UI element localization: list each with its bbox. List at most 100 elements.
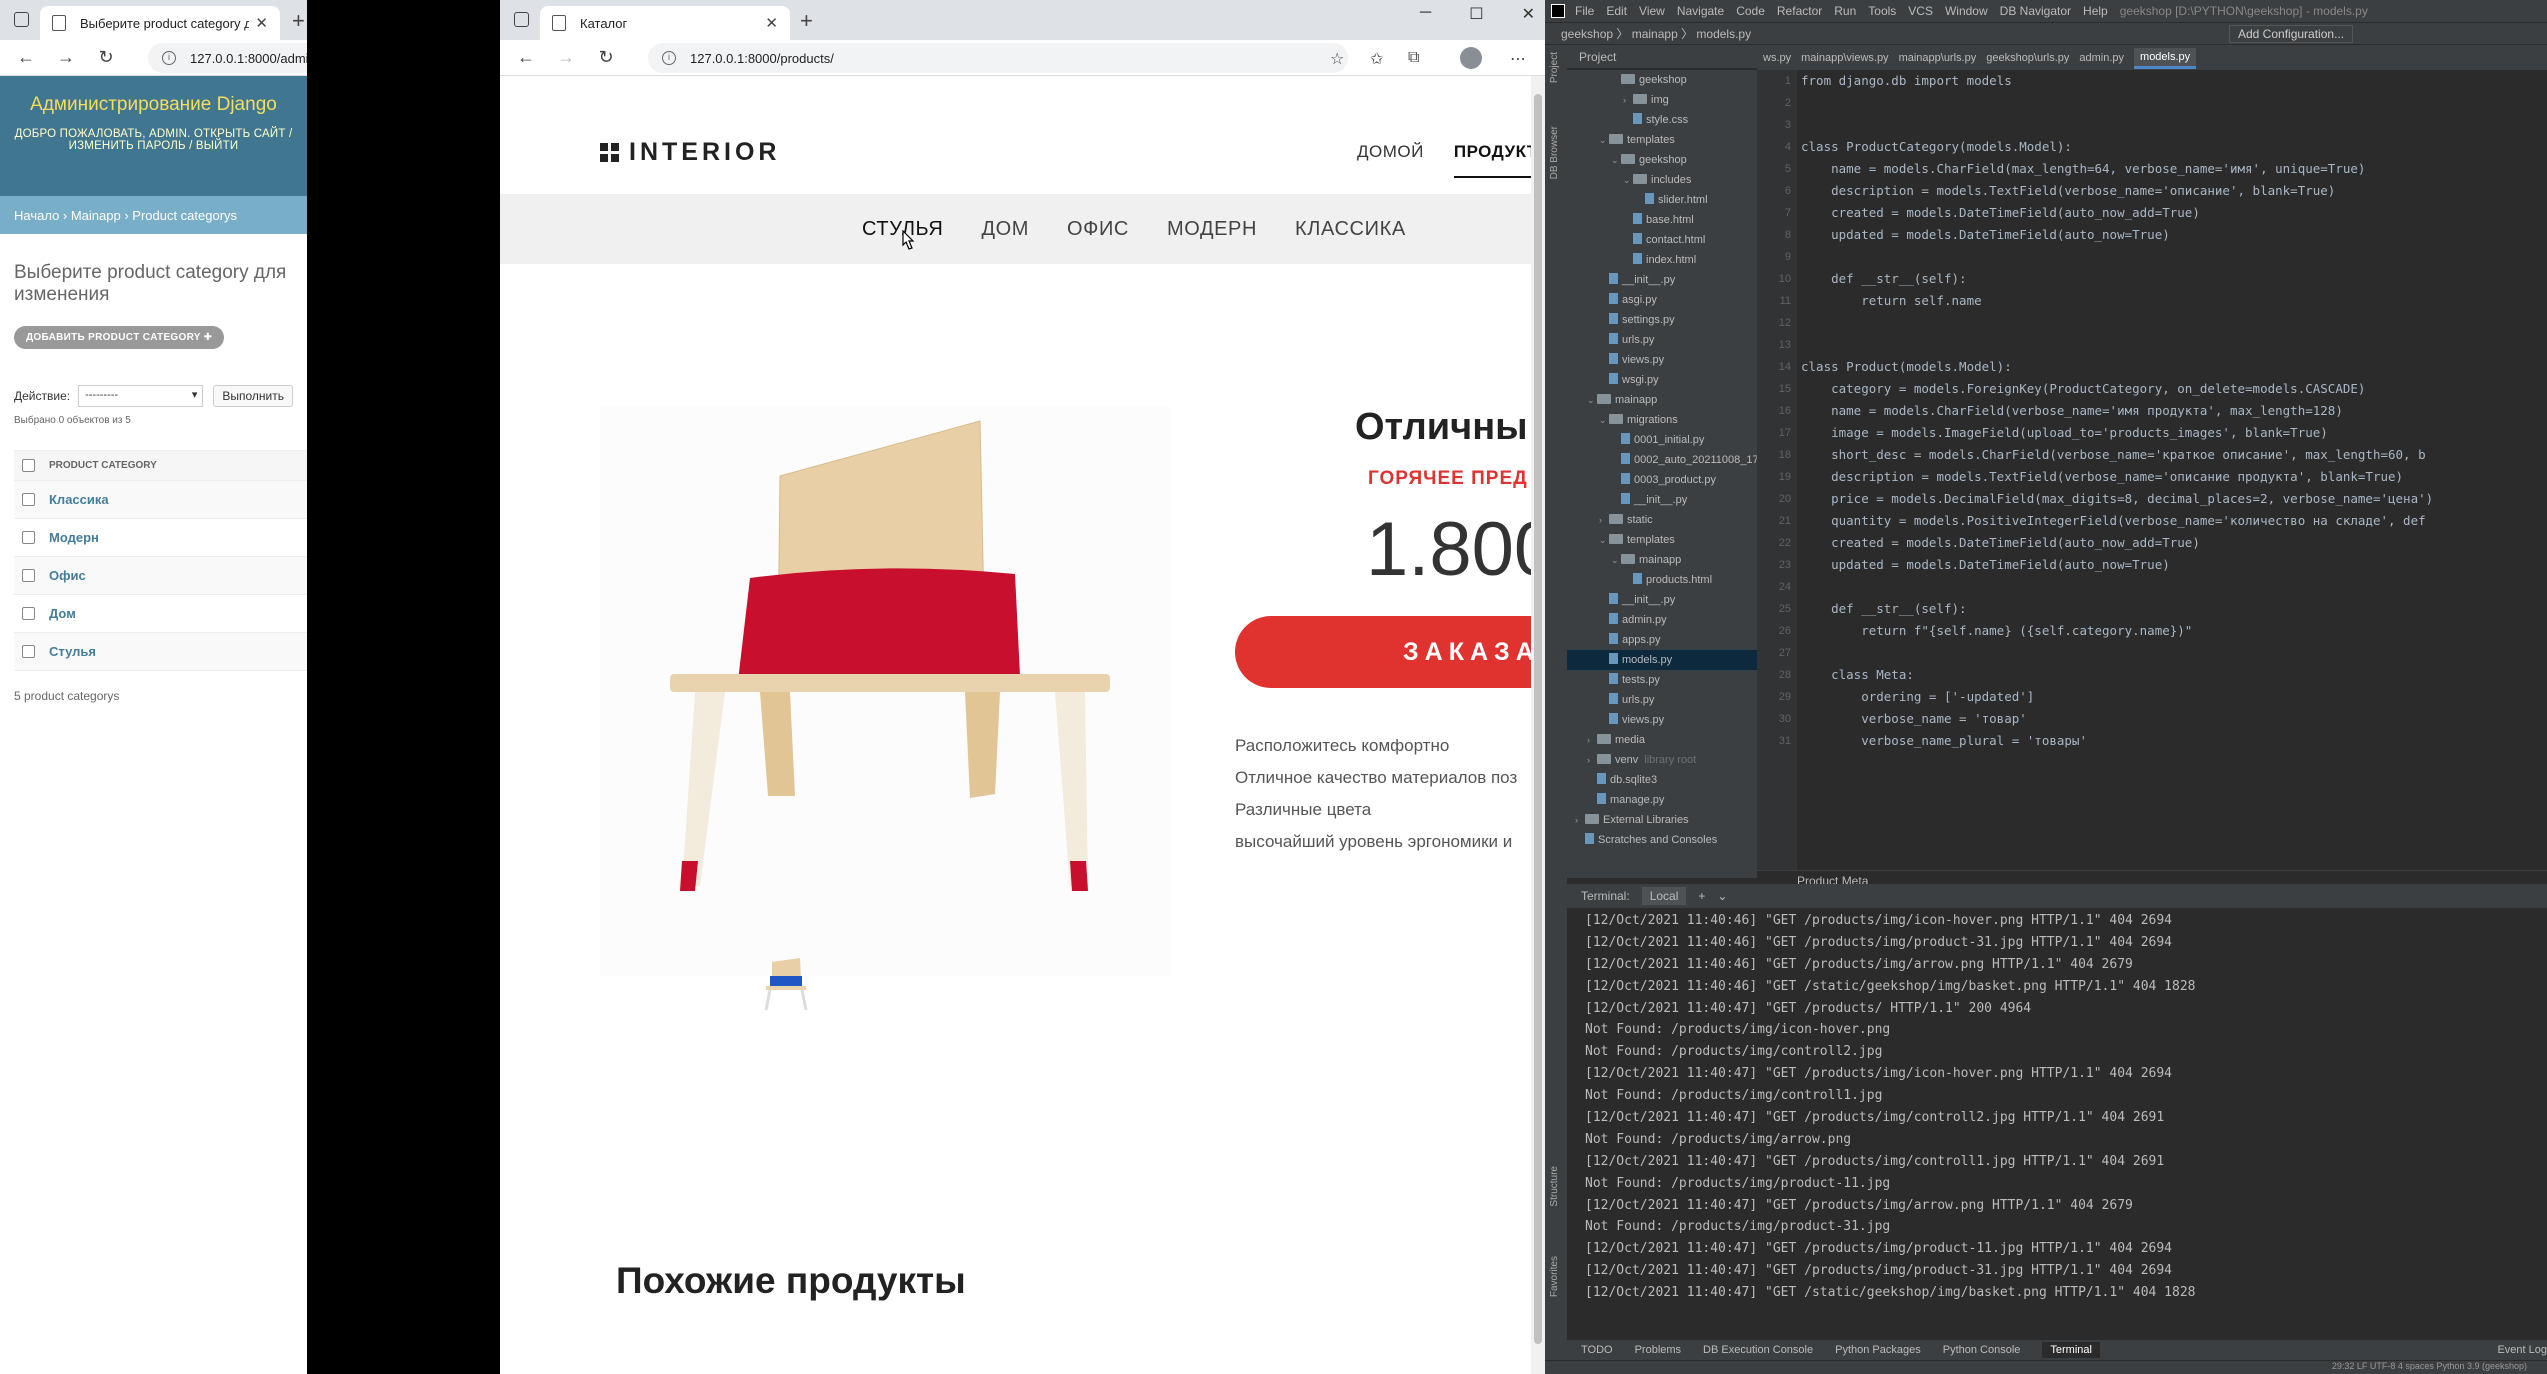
tool-window-tab[interactable]: DB Execution Console xyxy=(1703,1344,1813,1356)
code-line[interactable]: description = models.TextField(verbose_n… xyxy=(1801,180,2547,202)
product-thumbnail[interactable] xyxy=(758,952,814,1014)
table-row[interactable]: Офис xyxy=(14,557,307,595)
menu-refactor[interactable]: Refactor xyxy=(1777,4,1822,18)
admin-tab[interactable]: Выберите product category для ✕ xyxy=(40,6,280,40)
code-line[interactable]: created = models.DateTimeField(auto_now_… xyxy=(1801,202,2547,224)
tree-item[interactable]: ⌄ mainapp xyxy=(1567,390,1757,410)
code-editor[interactable]: from django.db import models class Produc… xyxy=(1801,70,2547,870)
back-icon[interactable]: ← xyxy=(12,47,40,68)
tree-expander-icon[interactable]: › xyxy=(1587,730,1597,750)
editor-tab[interactable]: ws.py xyxy=(1763,52,1791,64)
tool-window-tab[interactable]: Python Console xyxy=(1943,1344,2021,1356)
code-line[interactable] xyxy=(1801,114,2547,136)
more-icon[interactable]: ⋯ xyxy=(1510,49,1526,69)
code-line[interactable]: return f"{self.name} ({self.category.nam… xyxy=(1801,620,2547,642)
category-office[interactable]: ОФИС xyxy=(1067,218,1129,241)
tree-item[interactable]: apps.py xyxy=(1567,630,1757,650)
shop-tab[interactable]: Каталог ✕ xyxy=(540,6,790,40)
tree-item[interactable]: urls.py xyxy=(1567,690,1757,710)
tab-actions-icon[interactable] xyxy=(514,12,529,27)
info-icon[interactable]: i xyxy=(162,51,176,65)
code-line[interactable]: ordering = ['-updated'] xyxy=(1801,686,2547,708)
code-line[interactable]: verbose_name = 'товар' xyxy=(1801,708,2547,730)
db-browser-tool-tab[interactable]: DB Browser xyxy=(1549,126,1560,179)
menu-view[interactable]: View xyxy=(1639,4,1665,18)
new-tab-icon[interactable]: + xyxy=(800,8,813,34)
code-line[interactable]: verbose_name_plural = 'товары' xyxy=(1801,730,2547,752)
table-row[interactable]: Классика xyxy=(14,481,307,519)
tree-item[interactable]: ⌄ templates xyxy=(1567,530,1757,550)
tree-expander-icon[interactable]: ⌄ xyxy=(1587,390,1597,410)
table-row[interactable]: Стулья xyxy=(14,633,307,671)
shop-address-bar[interactable]: i 127.0.0.1:8000/products/ xyxy=(648,43,1348,73)
menu-edit[interactable]: Edit xyxy=(1606,4,1627,18)
refresh-icon[interactable]: ↻ xyxy=(92,47,120,68)
project-view-label[interactable]: Project xyxy=(1579,50,1616,64)
terminal-output[interactable]: [12/Oct/2021 11:40:46] "GET /products/im… xyxy=(1567,908,2547,1334)
tool-window-tab[interactable]: Python Packages xyxy=(1835,1344,1921,1356)
code-line[interactable]: class ProductCategory(models.Model): xyxy=(1801,136,2547,158)
code-line[interactable]: category = models.ForeignKey(ProductCate… xyxy=(1801,378,2547,400)
forward-icon[interactable]: → xyxy=(52,47,80,68)
code-line[interactable]: from django.db import models xyxy=(1801,70,2547,92)
tree-item[interactable]: settings.py xyxy=(1567,310,1757,330)
editor-tab[interactable]: admin.py xyxy=(2079,52,2124,64)
favorites-tool-tab[interactable]: Favorites xyxy=(1549,1256,1560,1297)
tool-window-tab[interactable]: Terminal xyxy=(2042,1342,2100,1358)
tree-item[interactable]: asgi.py xyxy=(1567,290,1757,310)
code-line[interactable]: created = models.DateTimeField(auto_now_… xyxy=(1801,532,2547,554)
profile-avatar[interactable] xyxy=(1460,47,1482,69)
editor-tab[interactable]: mainapp\views.py xyxy=(1801,52,1888,64)
tree-item[interactable]: 0001_initial.py xyxy=(1567,430,1757,450)
tree-item[interactable]: style.css xyxy=(1567,110,1757,130)
tree-item[interactable]: products.html xyxy=(1567,570,1757,590)
tool-window-tab[interactable]: Problems xyxy=(1635,1344,1681,1356)
structure-tool-tab[interactable]: Structure xyxy=(1549,1166,1560,1207)
menu-home[interactable]: ДОМОЙ xyxy=(1357,142,1424,178)
row-checkbox[interactable] xyxy=(22,493,35,506)
maximize-icon[interactable]: ☐ xyxy=(1469,4,1483,24)
menu-help[interactable]: Help xyxy=(2083,4,2108,18)
add-configuration-button[interactable]: Add Configuration... xyxy=(2229,25,2354,43)
action-select[interactable]: --------- xyxy=(78,385,204,407)
row-checkbox[interactable] xyxy=(22,569,35,582)
terminal-tab-local[interactable]: Local xyxy=(1641,887,1687,905)
category-link[interactable]: Стулья xyxy=(49,644,96,659)
tree-item[interactable]: admin.py xyxy=(1567,610,1757,630)
tree-expander-icon[interactable]: ⌄ xyxy=(1623,170,1633,190)
refresh-icon[interactable]: ↻ xyxy=(592,47,620,68)
code-line[interactable]: image = models.ImageField(upload_to='pro… xyxy=(1801,422,2547,444)
tree-item[interactable]: › img xyxy=(1567,90,1757,110)
category-link[interactable]: Классика xyxy=(49,492,109,507)
tree-item[interactable]: ⌄ templates xyxy=(1567,130,1757,150)
category-modern[interactable]: МОДЕРН xyxy=(1167,218,1257,241)
code-line[interactable]: def __str__(self): xyxy=(1801,598,2547,620)
tree-item[interactable]: __init__.py xyxy=(1567,270,1757,290)
code-line[interactable]: description = models.TextField(verbose_n… xyxy=(1801,466,2547,488)
category-link[interactable]: Дом xyxy=(49,606,76,621)
code-line[interactable]: name = models.CharField(verbose_name='им… xyxy=(1801,400,2547,422)
tree-item[interactable]: db.sqlite3 xyxy=(1567,770,1757,790)
tree-item[interactable]: › venv library root xyxy=(1567,750,1757,770)
menu-navigate[interactable]: Navigate xyxy=(1677,4,1724,18)
table-row[interactable]: Модерн xyxy=(14,519,307,557)
forward-icon[interactable]: → xyxy=(552,47,580,68)
tree-expander-icon[interactable]: ⌄ xyxy=(1611,550,1621,570)
tree-item[interactable]: ⌄ geekshop xyxy=(1567,150,1757,170)
collections-icon[interactable]: ⧉ xyxy=(1408,49,1419,67)
editor-tab[interactable]: models.py xyxy=(2134,47,2197,69)
editor-tab[interactable]: geekshop\urls.py xyxy=(1986,52,2069,64)
code-line[interactable] xyxy=(1801,334,2547,356)
code-line[interactable]: price = models.DecimalField(max_digits=8… xyxy=(1801,488,2547,510)
tree-item[interactable]: geekshop xyxy=(1567,70,1757,90)
tree-expander-icon[interactable]: ⌄ xyxy=(1599,410,1609,430)
code-line[interactable]: def __str__(self): xyxy=(1801,268,2547,290)
tab-actions-icon[interactable] xyxy=(14,12,29,27)
code-line[interactable]: quantity = models.PositiveIntegerField(v… xyxy=(1801,510,2547,532)
django-site-title[interactable]: Администрирование Django xyxy=(0,94,307,116)
category-link[interactable]: Офис xyxy=(49,568,86,583)
project-tool-tab[interactable]: Project xyxy=(1549,52,1560,83)
menu-vcs[interactable]: VCS xyxy=(1908,4,1933,18)
code-line[interactable]: return self.name xyxy=(1801,290,2547,312)
code-line[interactable] xyxy=(1801,312,2547,334)
